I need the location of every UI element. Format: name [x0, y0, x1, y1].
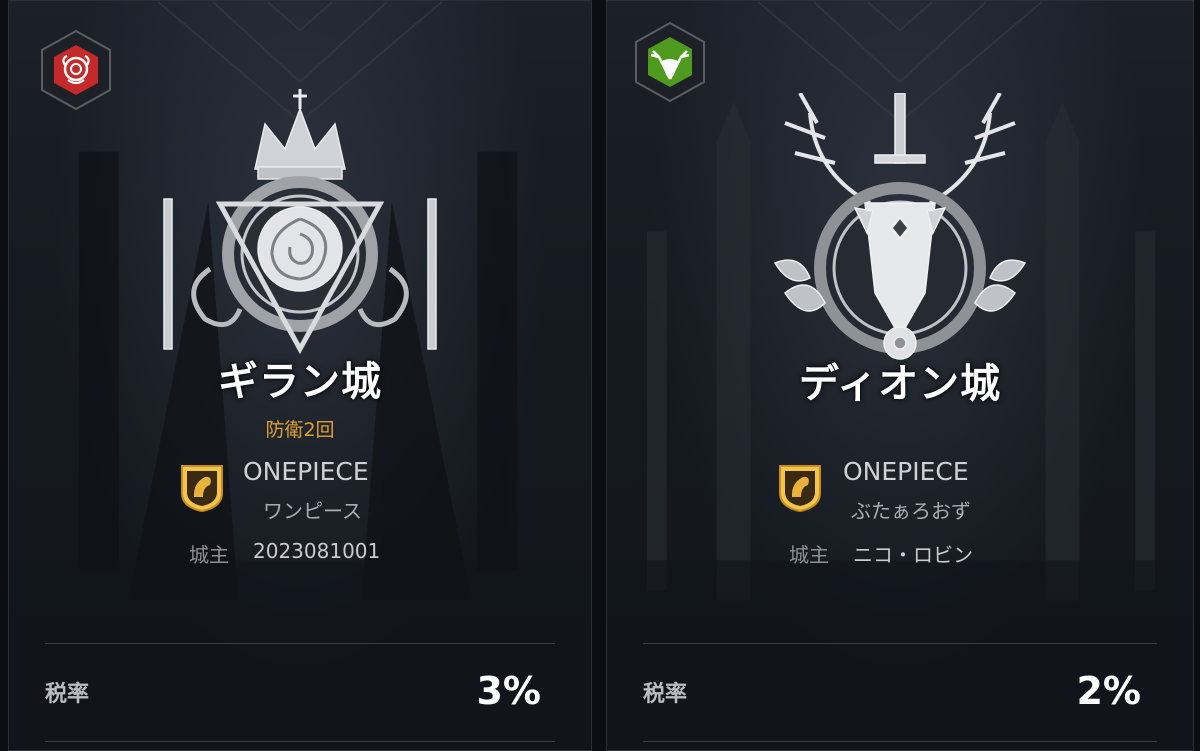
tax-rate-label: 税率 — [643, 682, 688, 707]
guild-emblem-icon — [779, 465, 821, 513]
rose-icon — [41, 29, 111, 111]
divider — [643, 643, 1157, 644]
rose-crown-crest — [163, 89, 437, 355]
divider — [643, 741, 1157, 742]
lord-name: 2023081001 — [253, 539, 381, 563]
tax-rate-label: 税率 — [45, 682, 90, 707]
lord-label: 城主 — [189, 543, 229, 567]
guild-name: ONEPIECE — [243, 457, 369, 486]
divider — [45, 643, 555, 644]
stag-icon — [635, 21, 705, 103]
tax-rate-value: 3% — [476, 669, 541, 713]
castle-card-dion[interactable]: ディオン城 ONEPIECE ぶたぁろおず 城主 ニコ・ロビン 税率 2% — [606, 0, 1194, 751]
guild-subtitle: ワンピース — [263, 499, 362, 523]
defense-count: 防衛2回 — [265, 419, 335, 441]
castle-name: ギラン城 — [218, 359, 382, 405]
stag-antler-crest — [773, 93, 1027, 360]
guild-subtitle: ぶたぁろおず — [851, 499, 971, 523]
guild-emblem-icon — [181, 465, 223, 513]
guild-name: ONEPIECE — [843, 457, 969, 486]
castle-card-giran[interactable]: ギラン城 防衛2回 ONEPIECE ワンピース 城主 2023081001 税… — [8, 0, 592, 751]
lord-label: 城主 — [789, 543, 829, 567]
castle-name: ディオン城 — [798, 361, 1002, 407]
tax-rate-value: 2% — [1076, 669, 1141, 713]
lord-name: ニコ・ロビン — [853, 543, 973, 567]
divider — [45, 741, 555, 742]
